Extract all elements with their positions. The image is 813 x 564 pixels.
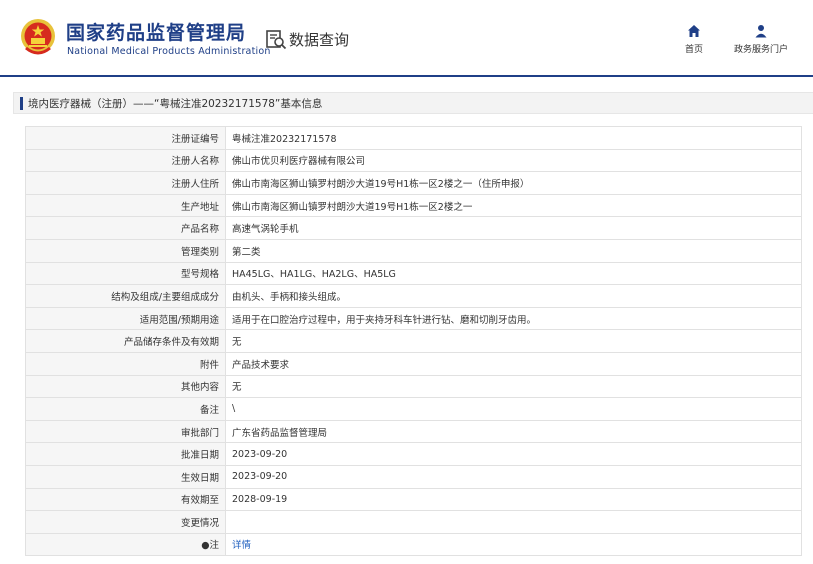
field-label: 型号规格 [25,261,226,286]
field-value: 由机头、手柄和接头组成。 [225,284,802,308]
national-emblem-icon [21,19,55,55]
field-value: 佛山市南海区狮山镇罗村朗沙大道19号H1栋一区2楼之一 [225,193,802,218]
field-value: 产品技术要求 [225,351,802,376]
table-row-note: ●注 详情 [25,532,802,557]
header-divider [0,75,813,77]
data-query-icon [266,30,287,50]
nav-home-link[interactable]: 首页 [678,24,710,55]
field-value: 无 [225,374,802,399]
device-info-table: 注册证编号 粤械注准20232171578 注册人名称 佛山市优贝利医疗器械有限公司注… [25,126,802,557]
table-row: 结构及组成/主要组成成分 由机头、手柄和接头组成。 [25,284,802,308]
field-label: 注册人住所 [25,171,226,195]
field-value: 高速气涡轮手机 [225,216,802,240]
table-row: 其他内容无 [25,374,802,399]
table-row: 管理类别 第二类 [25,238,802,263]
field-label: 审批部门 [25,419,226,444]
note-label: ●注 [25,532,226,557]
table-row: 有效期至 2028-09-19 [25,487,802,512]
note-label-text: 注 [209,540,219,552]
breadcrumb-marker [20,97,23,110]
table-row: 注册人名称 佛山市优贝利医疗器械有限公司 [25,148,802,173]
field-value: 佛山市南海区狮山镇罗村朗沙大道19号H1栋一区2楼之一（住所申报） [225,171,802,195]
table-row: 生产地址 佛山市南海区狮山镇罗村朗沙大道19号H1栋一区2楼之一 [25,193,802,218]
nav-gov-service-portal-label: 政务服务门户 [733,45,788,55]
table-row: 生效日期 2023-09-20 [25,464,802,489]
table-row: 产品储存条件及有效期无 [25,329,802,353]
field-label: 附件 [25,351,226,376]
field-value: 适用于在口腔治疗过程中，用于夹持牙科车针进行钻、磨和切削牙齿用。 [225,306,802,331]
nav-home-label: 首页 [684,45,703,55]
breadcrumb: 境内医疗器械（注册）——“粤械注准20232171578”基本信息 [13,92,813,114]
note-value: 详情 [225,532,802,557]
nav-gov-service-portal-link[interactable]: 政务服务门户 [726,24,796,55]
table-row: 注册证编号 粤械注准20232171578 [25,126,802,150]
field-value: 粤械注准20232171578 [225,126,802,150]
field-value: 无 [225,329,802,353]
field-value: 2023-09-20 [225,442,802,466]
table-row: 适用范围/预期用途 适用于在口腔治疗过程中，用于夹持牙科车针进行钻、磨和切削牙齿用… [25,306,802,331]
field-label: 管理类别 [25,238,226,263]
field-value: 2028-09-19 [225,487,802,512]
table-row: 批准日期 2023-09-20 [25,442,802,466]
agency-name-en: National Medical Products Administration [67,46,271,57]
field-label: 生效日期 [25,464,226,489]
field-label: 注册人名称 [25,148,226,173]
field-value: 2023-09-20 [225,464,802,489]
field-value: 广东省药品监督管理局 [225,419,802,444]
field-value: HA45LG、HA1LG、HA2LG、HA5LG [225,261,802,286]
field-label: 有效期至 [25,487,226,512]
field-value: \ [225,397,802,421]
field-label: 产品名称 [25,216,226,240]
table-row: 审批部门 广东省药品监督管理局 [25,419,802,444]
field-value [225,510,802,534]
table-row: 变更情况 [25,510,802,534]
field-label: 生产地址 [25,193,226,218]
field-value: 佛山市优贝利医疗器械有限公司 [225,148,802,173]
details-link[interactable]: 详情 [232,540,251,551]
table-row: 附件 产品技术要求 [25,351,802,376]
table-row: 注册人住所 佛山市南海区狮山镇罗村朗沙大道19号H1栋一区2楼之一（住所申报） [25,171,802,195]
field-label: 批准日期 [25,442,226,466]
field-label: 其他内容 [25,374,226,399]
table-row: 型号规格 HA45LG、HA1LG、HA2LG、HA5LG [25,261,802,286]
field-label: 变更情况 [25,510,226,534]
field-label: 备注 [25,397,226,421]
data-query-title: 数据查询 [289,31,350,49]
field-label: 产品储存条件及有效期 [25,329,226,353]
home-icon [688,25,700,37]
field-label: 注册证编号 [25,126,226,150]
field-label: 适用范围/预期用途 [25,306,226,331]
agency-name-cn: 国家药品监督管理局 [66,22,247,44]
field-label: 结构及组成/主要组成成分 [25,284,226,308]
field-value: 第二类 [225,238,802,263]
user-icon [755,25,767,38]
table-row: 备注 \ [25,397,802,421]
breadcrumb-text: 境内医疗器械（注册）——“粤械注准20232171578”基本信息 [28,98,323,110]
table-row: 产品名称 高速气涡轮手机 [25,216,802,240]
site-header: 国家药品监督管理局 National Medical Products Admi… [0,0,813,76]
